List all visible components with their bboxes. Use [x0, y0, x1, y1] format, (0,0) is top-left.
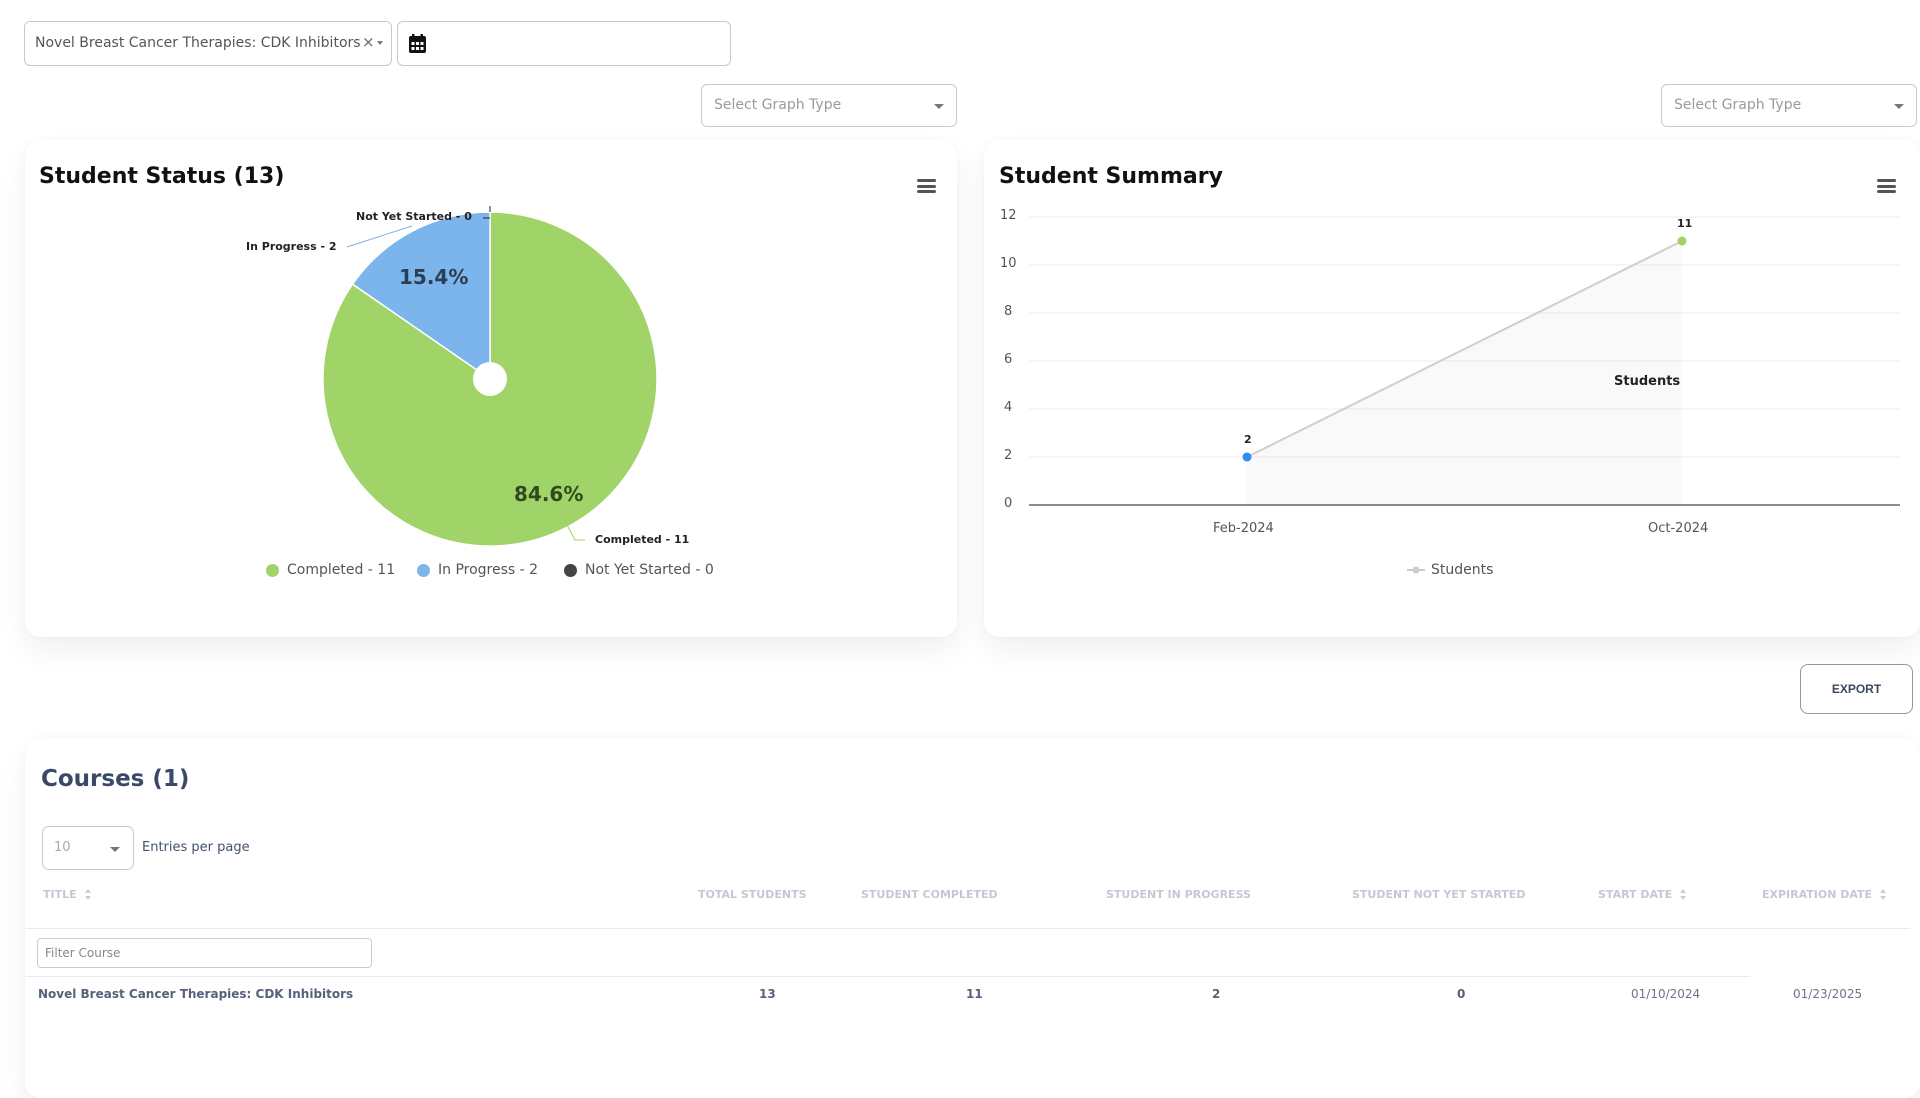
- column-header-start-date[interactable]: START DATE: [1598, 888, 1687, 901]
- y-tick-label: 12: [1000, 208, 1017, 223]
- cell-total-students: 13: [759, 987, 776, 1001]
- legend-label: Students: [1431, 562, 1494, 578]
- y-tick-label: 0: [1004, 496, 1013, 511]
- y-tick-label: 6: [1004, 352, 1013, 367]
- header-label: STUDENT IN PROGRESS: [1106, 888, 1251, 901]
- header-divider: [26, 928, 1910, 929]
- entries-per-page-select[interactable]: 10: [42, 826, 134, 870]
- y-tick-label: 4: [1004, 400, 1013, 415]
- y-tick-label: 2: [1004, 448, 1013, 463]
- data-point[interactable]: [1242, 452, 1252, 462]
- y-tick-label: 8: [1004, 304, 1013, 319]
- chevron-down-icon: [110, 847, 120, 852]
- header-label: TITLE: [43, 888, 77, 901]
- cell-student-completed: 11: [966, 987, 983, 1001]
- header-label: EXPIRATION DATE: [1762, 888, 1873, 901]
- entries-per-page-label: Entries per page: [142, 840, 250, 855]
- filter-divider: [26, 976, 1750, 977]
- cell-expiration-date: 01/23/2025: [1793, 987, 1863, 1001]
- cell-start-date: 01/10/2024: [1631, 987, 1701, 1001]
- column-header-student-in-progress: STUDENT IN PROGRESS: [1106, 888, 1251, 901]
- cell-student-not-yet-started: 0: [1457, 987, 1466, 1001]
- course-title-link[interactable]: Novel Breast Cancer Therapies: CDK Inhib…: [38, 987, 353, 1001]
- entries-value: 10: [54, 840, 71, 855]
- data-point[interactable]: [1677, 236, 1687, 246]
- legend-line-icon: [1407, 566, 1425, 574]
- export-button[interactable]: EXPORT: [1800, 664, 1913, 714]
- x-tick-label: Feb-2024: [1213, 521, 1274, 536]
- legend-item-students[interactable]: Students: [1407, 562, 1493, 578]
- courses-title: Courses (1): [41, 766, 190, 792]
- line-chart: [1029, 216, 1900, 506]
- sort-icon: [84, 889, 92, 900]
- filter-course-input[interactable]: [37, 938, 372, 968]
- y-tick-label: 10: [1000, 256, 1017, 271]
- data-point-label: 11: [1677, 217, 1693, 230]
- column-header-student-completed: STUDENT COMPLETED: [861, 888, 998, 901]
- column-header-expiration-date[interactable]: EXPIRATION DATE: [1762, 888, 1887, 901]
- cell-student-in-progress: 2: [1212, 987, 1221, 1001]
- series-area: [1247, 241, 1682, 505]
- header-label: STUDENT NOT YET STARTED: [1352, 888, 1526, 901]
- data-point-label: 2: [1244, 433, 1252, 446]
- column-header-student-not-yet-started: STUDENT NOT YET STARTED: [1352, 888, 1525, 901]
- series-name-label: Students: [1614, 374, 1681, 389]
- column-header-total-students: TOTAL STUDENTS: [698, 888, 807, 901]
- x-tick-label: Oct-2024: [1648, 521, 1709, 536]
- column-header-title[interactable]: TITLE: [43, 888, 92, 901]
- sort-icon: [1680, 889, 1687, 900]
- sort-icon: [1880, 889, 1887, 900]
- header-label: TOTAL STUDENTS: [698, 888, 807, 901]
- header-label: STUDENT COMPLETED: [861, 888, 998, 901]
- header-label: START DATE: [1598, 888, 1673, 901]
- courses-card: [25, 738, 1920, 1098]
